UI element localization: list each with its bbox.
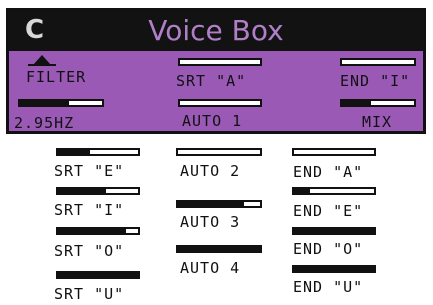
mix-slider[interactable] [340, 99, 416, 107]
srt-a-slider[interactable] [178, 58, 262, 66]
end-i-label: END "I" [340, 72, 411, 90]
filter-value: 2.95HZ [14, 114, 75, 132]
filter-indicator-line [28, 64, 56, 66]
end-u-slider[interactable] [292, 265, 376, 273]
end-i-slider[interactable] [340, 58, 416, 66]
end-o-slider[interactable] [292, 227, 376, 235]
srt-u-slider[interactable] [56, 271, 140, 279]
end-o-label: END "O" [293, 240, 364, 258]
auto-1-label: AUTO 1 [182, 112, 243, 130]
end-e-slider[interactable] [292, 187, 376, 195]
end-a-slider[interactable] [292, 148, 376, 156]
auto-3-slider[interactable] [176, 200, 262, 208]
srt-a-label: SRT "A" [176, 72, 247, 90]
srt-u-label: SRT "U" [54, 285, 125, 303]
mix-label: MIX [362, 113, 393, 131]
auto-4-slider[interactable] [176, 245, 262, 253]
title-bar: C Voice Box [9, 11, 423, 51]
srt-o-label: SRT "O" [54, 242, 125, 260]
filter-slider[interactable] [18, 99, 104, 107]
auto-4-label: AUTO 4 [180, 259, 241, 277]
auto-3-label: AUTO 3 [180, 213, 241, 231]
srt-e-label: SRT "E" [54, 162, 125, 180]
srt-i-label: SRT "I" [54, 201, 125, 219]
end-e-label: END "E" [293, 202, 364, 220]
auto-2-label: AUTO 2 [180, 162, 241, 180]
auto-1-slider[interactable] [178, 99, 262, 107]
end-u-label: END "U" [293, 278, 364, 296]
end-a-label: END "A" [293, 163, 364, 181]
srt-i-slider[interactable] [56, 187, 140, 195]
filter-label: FILTER [26, 68, 87, 86]
srt-e-slider[interactable] [56, 148, 140, 156]
panel-title: Voice Box [148, 14, 284, 47]
srt-o-slider[interactable] [56, 227, 140, 235]
auto-2-slider[interactable] [176, 148, 262, 156]
